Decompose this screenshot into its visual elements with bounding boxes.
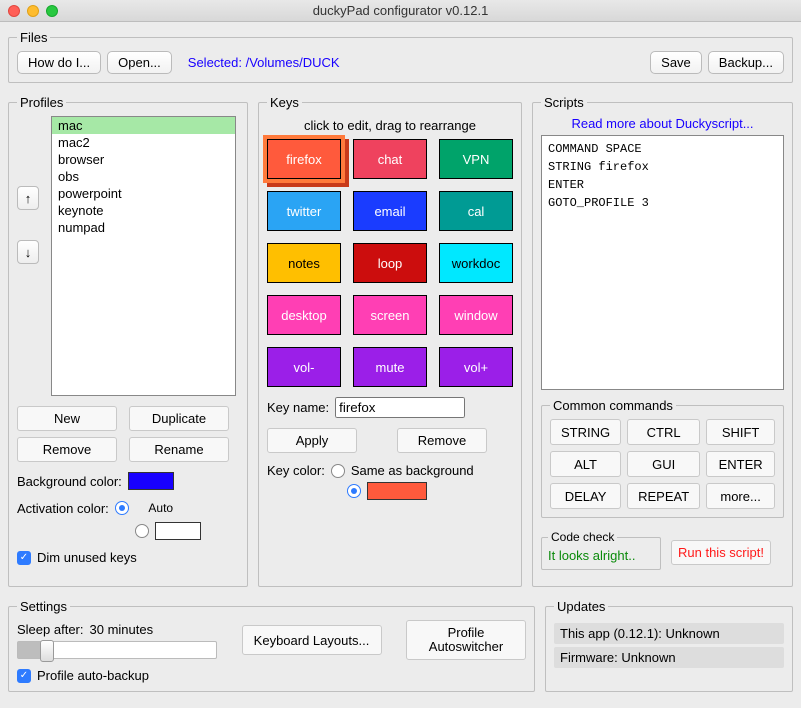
keyname-input[interactable]: [335, 397, 465, 418]
profile-item[interactable]: numpad: [52, 219, 235, 236]
bgcolor-label: Background color:: [17, 474, 122, 489]
settings-group: Settings Sleep after: 30 minutes Keyboar…: [8, 599, 535, 692]
common-cmd-button[interactable]: CTRL: [627, 419, 700, 445]
scripts-legend: Scripts: [541, 95, 587, 110]
key-remove-button[interactable]: Remove: [397, 428, 487, 453]
settings-legend: Settings: [17, 599, 70, 614]
profile-list[interactable]: macmac2browserobspowerpointkeynotenumpad: [51, 116, 236, 396]
updates-firmware: Firmware: Unknown: [554, 647, 784, 668]
key-grid: firefox chat VPN twitter email cal notes loopwo…: [267, 139, 513, 387]
files-group: Files How do I... Open... Selected: /Vol…: [8, 30, 793, 83]
code-check-group: Code check It looks alright..: [541, 530, 661, 570]
sleep-label: Sleep after:: [17, 622, 84, 637]
bgcolor-swatch[interactable]: [128, 472, 174, 490]
window-minimize[interactable]: [27, 5, 39, 17]
key-cell[interactable]: vol-: [267, 347, 341, 387]
dim-unused-checkbox[interactable]: ✓: [17, 551, 31, 565]
dim-unused-label: Dim unused keys: [37, 550, 137, 565]
key-cell[interactable]: workdoc: [439, 243, 513, 283]
window-close[interactable]: [8, 5, 20, 17]
save-button[interactable]: Save: [650, 51, 702, 74]
common-cmd-button[interactable]: STRING: [550, 419, 621, 445]
key-cell[interactable]: notes: [267, 243, 341, 283]
keycolor-samebg-label: Same as background: [351, 463, 474, 478]
key-cell[interactable]: firefox: [267, 139, 341, 179]
keyboard-layouts-button[interactable]: Keyboard Layouts...: [242, 625, 382, 655]
activation-custom-radio[interactable]: [135, 524, 149, 538]
common-cmd-button[interactable]: more...: [706, 483, 775, 509]
common-cmd-button[interactable]: ALT: [550, 451, 621, 477]
readmore-link[interactable]: Read more about Duckyscript...: [571, 116, 753, 131]
profile-item[interactable]: keynote: [52, 202, 235, 219]
profile-duplicate-button[interactable]: Duplicate: [129, 406, 229, 431]
activation-custom-swatch[interactable]: [155, 522, 201, 540]
howdoi-button[interactable]: How do I...: [17, 51, 101, 74]
key-cell[interactable]: cal: [439, 191, 513, 231]
updates-legend: Updates: [554, 599, 608, 614]
profile-item[interactable]: mac: [52, 117, 235, 134]
profile-rename-button[interactable]: Rename: [129, 437, 229, 462]
key-apply-button[interactable]: Apply: [267, 428, 357, 453]
key-cell[interactable]: VPN: [439, 139, 513, 179]
updates-app: This app (0.12.1): Unknown: [554, 623, 784, 644]
profile-item[interactable]: powerpoint: [52, 185, 235, 202]
common-cmd-button[interactable]: REPEAT: [627, 483, 700, 509]
key-cell[interactable]: screen: [353, 295, 427, 335]
keycolor-custom-radio[interactable]: [347, 484, 361, 498]
files-legend: Files: [17, 30, 50, 45]
common-cmd-button[interactable]: ENTER: [706, 451, 775, 477]
key-cell[interactable]: window: [439, 295, 513, 335]
actcolor-label: Activation color:: [17, 501, 109, 516]
activation-auto-label: Auto: [135, 498, 187, 518]
script-editor[interactable]: COMMAND SPACE STRING firefox ENTER GOTO_…: [541, 135, 784, 390]
keys-legend: Keys: [267, 95, 302, 110]
profiles-legend: Profiles: [17, 95, 66, 110]
scripts-group: Scripts Read more about Duckyscript... C…: [532, 95, 793, 587]
profile-new-button[interactable]: New: [17, 406, 117, 431]
selected-path: Selected: /Volumes/DUCK: [188, 55, 340, 70]
code-check-msg: It looks alright..: [548, 548, 635, 563]
key-cell[interactable]: mute: [353, 347, 427, 387]
sleep-value: 30 minutes: [90, 622, 154, 637]
keycolor-label: Key color:: [267, 463, 325, 478]
profile-item[interactable]: mac2: [52, 134, 235, 151]
common-cmd-button[interactable]: SHIFT: [706, 419, 775, 445]
common-cmd-button[interactable]: DELAY: [550, 483, 621, 509]
profiles-group: Profiles ↑ ↓ macmac2browserobspowerpoint…: [8, 95, 248, 587]
keycolor-swatch[interactable]: [367, 482, 427, 500]
profile-autoswitcher-button[interactable]: Profile Autoswitcher: [406, 620, 526, 660]
profile-item[interactable]: obs: [52, 168, 235, 185]
common-commands-legend: Common commands: [550, 398, 676, 413]
autobackup-checkbox[interactable]: ✓: [17, 669, 31, 683]
keycolor-samebg-radio[interactable]: [331, 464, 345, 478]
backup-button[interactable]: Backup...: [708, 51, 784, 74]
profile-up-button[interactable]: ↑: [17, 186, 39, 210]
key-cell[interactable]: chat: [353, 139, 427, 179]
key-cell[interactable]: desktop: [267, 295, 341, 335]
titlebar: duckyPad configurator v0.12.1: [0, 0, 801, 22]
profile-down-button[interactable]: ↓: [17, 240, 39, 264]
updates-group: Updates This app (0.12.1): Unknown Firmw…: [545, 599, 793, 692]
profile-remove-button[interactable]: Remove: [17, 437, 117, 462]
code-check-legend: Code check: [548, 530, 617, 544]
key-cell[interactable]: loop: [353, 243, 427, 283]
open-button[interactable]: Open...: [107, 51, 172, 74]
profile-item[interactable]: browser: [52, 151, 235, 168]
sleep-slider[interactable]: [17, 641, 217, 659]
run-script-button[interactable]: Run this script!: [671, 540, 771, 565]
keys-hint: click to edit, drag to rearrange: [267, 118, 513, 133]
key-cell[interactable]: twitter: [267, 191, 341, 231]
keyname-label: Key name:: [267, 400, 329, 415]
key-cell[interactable]: vol+: [439, 347, 513, 387]
keys-group: Keys click to edit, drag to rearrange fi…: [258, 95, 522, 587]
window-title: duckyPad configurator v0.12.1: [0, 3, 801, 18]
common-commands-group: Common commands STRINGCTRLSHIFT ALTGUIENT…: [541, 398, 784, 518]
window-zoom[interactable]: [46, 5, 58, 17]
common-cmd-button[interactable]: GUI: [627, 451, 700, 477]
key-cell[interactable]: email: [353, 191, 427, 231]
autobackup-label: Profile auto-backup: [37, 668, 149, 683]
activation-auto-radio[interactable]: [115, 501, 129, 515]
